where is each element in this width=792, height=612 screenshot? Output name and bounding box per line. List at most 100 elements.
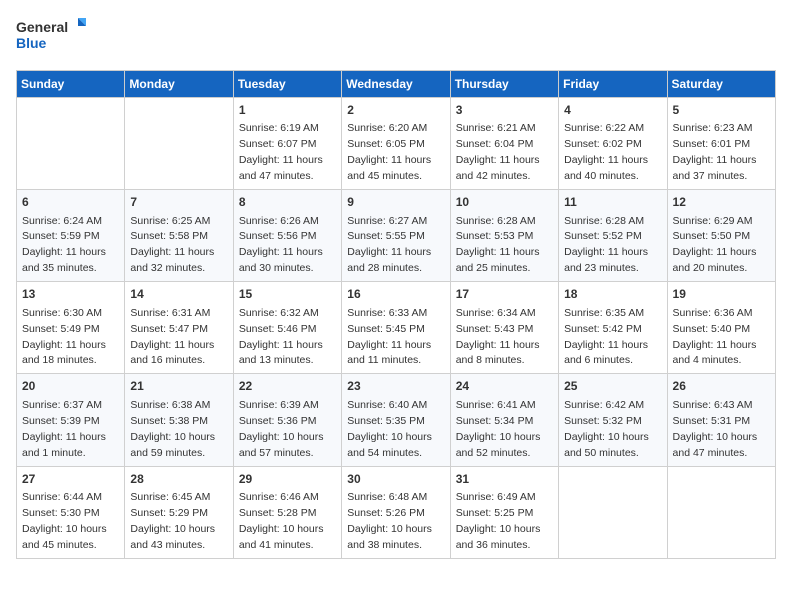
day-number: 4 [564,102,661,119]
day-info: Sunrise: 6:39 AMSunset: 5:36 PMDaylight:… [239,399,324,459]
day-number: 3 [456,102,553,119]
calendar-cell: 7 Sunrise: 6:25 AMSunset: 5:58 PMDaylight… [125,190,233,282]
calendar-cell: 2Sunrise: 6:20 AMSunset: 6:05 PMDaylight… [342,98,450,190]
day-info: Sunrise: 6:23 AMSunset: 6:01 PMDaylight:… [673,122,757,182]
calendar-cell: 17 Sunrise: 6:34 AMSunset: 5:43 PMDayligh… [450,282,558,374]
day-info: Sunrise: 6:44 AMSunset: 5:30 PMDaylight:… [22,491,107,551]
day-info: Sunrise: 6:25 AMSunset: 5:58 PMDaylight:… [130,215,214,275]
day-info: Sunrise: 6:19 AMSunset: 6:07 PMDaylight:… [239,122,323,182]
day-info: Sunrise: 6:29 AMSunset: 5:50 PMDaylight:… [673,215,757,275]
calendar-cell: 23 Sunrise: 6:40 AMSunset: 5:35 PMDayligh… [342,374,450,466]
calendar-cell: 21 Sunrise: 6:38 AMSunset: 5:38 PMDayligh… [125,374,233,466]
calendar-cell: 31 Sunrise: 6:49 AMSunset: 5:25 PMDayligh… [450,466,558,558]
calendar-cell: 20 Sunrise: 6:37 AMSunset: 5:39 PMDayligh… [17,374,125,466]
weekday-header-sunday: Sunday [17,71,125,98]
calendar-cell: 10 Sunrise: 6:28 AMSunset: 5:53 PMDayligh… [450,190,558,282]
day-number: 28 [130,471,227,488]
calendar-cell: 18 Sunrise: 6:35 AMSunset: 5:42 PMDayligh… [559,282,667,374]
day-number: 24 [456,378,553,395]
calendar-cell: 30 Sunrise: 6:48 AMSunset: 5:26 PMDayligh… [342,466,450,558]
calendar-cell: 1Sunrise: 6:19 AMSunset: 6:07 PMDaylight… [233,98,341,190]
calendar-cell: 6 Sunrise: 6:24 AMSunset: 5:59 PMDaylight… [17,190,125,282]
day-number: 5 [673,102,770,119]
calendar-cell: 9Sunrise: 6:27 AMSunset: 5:55 PMDaylight… [342,190,450,282]
day-info: Sunrise: 6:26 AMSunset: 5:56 PMDaylight:… [239,215,323,275]
calendar-table: SundayMondayTuesdayWednesdayThursdayFrid… [16,70,776,559]
day-number: 29 [239,471,336,488]
day-info: Sunrise: 6:27 AMSunset: 5:55 PMDaylight:… [347,215,431,275]
day-info: Sunrise: 6:34 AMSunset: 5:43 PMDaylight:… [456,307,540,367]
calendar-cell: 4 Sunrise: 6:22 AMSunset: 6:02 PMDaylight… [559,98,667,190]
day-info: Sunrise: 6:45 AMSunset: 5:29 PMDaylight:… [130,491,215,551]
day-number: 17 [456,286,553,303]
calendar-cell: 22 Sunrise: 6:39 AMSunset: 5:36 PMDayligh… [233,374,341,466]
day-number: 21 [130,378,227,395]
day-number: 6 [22,194,119,211]
day-number: 27 [22,471,119,488]
day-info: Sunrise: 6:30 AMSunset: 5:49 PMDaylight:… [22,307,106,367]
day-number: 25 [564,378,661,395]
day-info: Sunrise: 6:24 AMSunset: 5:59 PMDaylight:… [22,215,106,275]
calendar-cell [125,98,233,190]
day-number: 31 [456,471,553,488]
day-info: Sunrise: 6:35 AMSunset: 5:42 PMDaylight:… [564,307,648,367]
calendar-cell: 24 Sunrise: 6:41 AMSunset: 5:34 PMDayligh… [450,374,558,466]
calendar-cell: 15 Sunrise: 6:32 AMSunset: 5:46 PMDayligh… [233,282,341,374]
weekday-header-thursday: Thursday [450,71,558,98]
calendar-cell: 8 Sunrise: 6:26 AMSunset: 5:56 PMDaylight… [233,190,341,282]
day-number: 12 [673,194,770,211]
calendar-cell: 11 Sunrise: 6:28 AMSunset: 5:52 PMDayligh… [559,190,667,282]
svg-text:General: General [16,19,68,35]
day-number: 30 [347,471,444,488]
day-info: Sunrise: 6:37 AMSunset: 5:39 PMDaylight:… [22,399,106,459]
day-info: Sunrise: 6:22 AMSunset: 6:02 PMDaylight:… [564,122,648,182]
day-number: 22 [239,378,336,395]
day-info: Sunrise: 6:42 AMSunset: 5:32 PMDaylight:… [564,399,649,459]
calendar-cell: 13 Sunrise: 6:30 AMSunset: 5:49 PMDayligh… [17,282,125,374]
calendar-cell: 27 Sunrise: 6:44 AMSunset: 5:30 PMDayligh… [17,466,125,558]
calendar-cell [667,466,775,558]
calendar-cell: 16Sunrise: 6:33 AMSunset: 5:45 PMDayligh… [342,282,450,374]
calendar-cell: 29 Sunrise: 6:46 AMSunset: 5:28 PMDayligh… [233,466,341,558]
weekday-header-saturday: Saturday [667,71,775,98]
day-number: 8 [239,194,336,211]
calendar-cell: 28 Sunrise: 6:45 AMSunset: 5:29 PMDayligh… [125,466,233,558]
calendar-cell: 5 Sunrise: 6:23 AMSunset: 6:01 PMDaylight… [667,98,775,190]
day-number: 13 [22,286,119,303]
day-number: 26 [673,378,770,395]
day-info: Sunrise: 6:48 AMSunset: 5:26 PMDaylight:… [347,491,432,551]
logo-svg: General Blue [16,16,86,58]
day-info: Sunrise: 6:28 AMSunset: 5:53 PMDaylight:… [456,215,540,275]
calendar-cell: 19 Sunrise: 6:36 AMSunset: 5:40 PMDayligh… [667,282,775,374]
day-info: Sunrise: 6:28 AMSunset: 5:52 PMDaylight:… [564,215,648,275]
calendar-cell [17,98,125,190]
logo: General Blue [16,16,86,58]
day-info: Sunrise: 6:40 AMSunset: 5:35 PMDaylight:… [347,399,432,459]
day-number: 2 [347,102,444,119]
weekday-header-tuesday: Tuesday [233,71,341,98]
day-number: 7 [130,194,227,211]
calendar-cell: 12 Sunrise: 6:29 AMSunset: 5:50 PMDayligh… [667,190,775,282]
day-info: Sunrise: 6:46 AMSunset: 5:28 PMDaylight:… [239,491,324,551]
day-info: Sunrise: 6:36 AMSunset: 5:40 PMDaylight:… [673,307,757,367]
day-info: Sunrise: 6:41 AMSunset: 5:34 PMDaylight:… [456,399,541,459]
day-info: Sunrise: 6:33 AMSunset: 5:45 PMDaylight:… [347,307,431,367]
day-number: 20 [22,378,119,395]
day-info: Sunrise: 6:38 AMSunset: 5:38 PMDaylight:… [130,399,215,459]
day-info: Sunrise: 6:49 AMSunset: 5:25 PMDaylight:… [456,491,541,551]
day-info: Sunrise: 6:32 AMSunset: 5:46 PMDaylight:… [239,307,323,367]
day-info: Sunrise: 6:31 AMSunset: 5:47 PMDaylight:… [130,307,214,367]
weekday-header-monday: Monday [125,71,233,98]
day-info: Sunrise: 6:43 AMSunset: 5:31 PMDaylight:… [673,399,758,459]
calendar-cell: 26 Sunrise: 6:43 AMSunset: 5:31 PMDayligh… [667,374,775,466]
day-number: 19 [673,286,770,303]
svg-text:Blue: Blue [16,35,47,51]
day-number: 10 [456,194,553,211]
calendar-cell: 3Sunrise: 6:21 AMSunset: 6:04 PMDaylight… [450,98,558,190]
day-number: 18 [564,286,661,303]
day-number: 11 [564,194,661,211]
day-number: 15 [239,286,336,303]
day-number: 23 [347,378,444,395]
calendar-cell: 14 Sunrise: 6:31 AMSunset: 5:47 PMDayligh… [125,282,233,374]
day-number: 14 [130,286,227,303]
